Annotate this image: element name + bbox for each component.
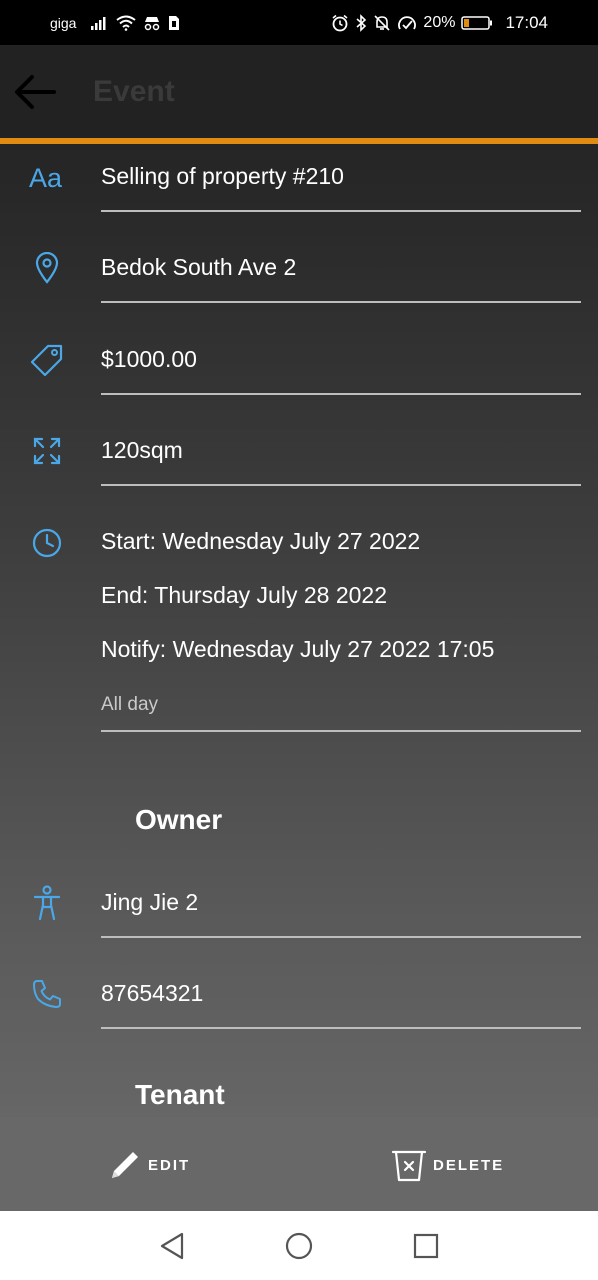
page-title: Event [93, 74, 175, 108]
location-pin-icon [28, 249, 66, 287]
clock-icon [28, 524, 66, 562]
signal-icon [90, 15, 110, 31]
price-field[interactable]: $1000.00 [101, 327, 581, 395]
all-day-label: All day [101, 694, 159, 715]
start-date: Start: Wednesday July 27 2022 [101, 528, 421, 554]
mute-icon [373, 14, 391, 32]
nav-home-button[interactable] [281, 1228, 317, 1264]
svg-text:Aa: Aa [29, 163, 63, 192]
pencil-icon [112, 1152, 138, 1178]
back-button[interactable] [5, 62, 65, 122]
tenant-section-title: Tenant [135, 1079, 225, 1110]
delete-bin-icon [391, 1150, 427, 1182]
battery-icon [461, 15, 493, 31]
action-bar: EDIT DELETE [0, 1117, 598, 1211]
event-details[interactable]: Aa Selling of property #210 Bedok South … [0, 144, 598, 1117]
app-bar: Event [0, 45, 598, 138]
status-left: giga [50, 15, 180, 31]
location-value: Bedok South Ave 2 [101, 254, 297, 280]
system-nav-bar [0, 1211, 598, 1280]
phone-icon [28, 975, 66, 1013]
title-value: Selling of property #210 [101, 163, 344, 189]
bluetooth-icon [355, 13, 367, 32]
end-date: End: Thursday July 28 2022 [101, 582, 387, 608]
clock: 17:04 [505, 12, 548, 32]
square-recents-icon [413, 1233, 439, 1259]
location-field[interactable]: Bedok South Ave 2 [101, 235, 581, 303]
price-value: $1000.00 [101, 346, 197, 372]
circle-home-icon [285, 1232, 313, 1260]
status-bar: giga 20% 17:04 [0, 0, 598, 45]
carrier-name: giga [50, 14, 77, 31]
edit-label: EDIT [148, 1156, 191, 1174]
person-icon [28, 884, 66, 922]
nav-back-button[interactable] [154, 1228, 190, 1264]
title-field[interactable]: Selling of property #210 [101, 144, 581, 212]
owner-section-title: Owner [135, 804, 223, 835]
arrow-left-icon [15, 74, 56, 109]
sim-icon [168, 15, 180, 31]
owner-name-value: Jing Jie 2 [101, 889, 199, 915]
notify-date: Notify: Wednesday July 27 2022 17:05 [101, 636, 495, 662]
price-tag-icon [28, 341, 66, 379]
battery-percent: 20% [423, 13, 456, 31]
size-field[interactable]: 120sqm [101, 418, 581, 486]
triangle-back-icon [160, 1232, 184, 1260]
alarm-icon [331, 14, 349, 32]
data-saver-icon [397, 14, 417, 32]
date-field[interactable]: Start: Wednesday July 27 2022 End: Thurs… [101, 514, 581, 732]
edit-button[interactable]: EDIT [108, 1148, 190, 1182]
incognito-icon [142, 15, 162, 31]
owner-name-field[interactable]: Jing Jie 2 [101, 870, 581, 938]
delete-button[interactable]: DELETE [391, 1148, 504, 1182]
nav-recents-button[interactable] [408, 1228, 444, 1264]
wifi-icon [116, 15, 137, 31]
owner-phone-field[interactable]: 87654321 [101, 961, 581, 1029]
text-format-icon: Aa [28, 158, 66, 196]
size-value: 120sqm [101, 437, 183, 463]
owner-phone-value: 87654321 [101, 980, 204, 1006]
expand-arrows-icon [28, 432, 66, 470]
delete-label: DELETE [433, 1156, 505, 1174]
status-right: 20% 17:04 [331, 13, 548, 33]
